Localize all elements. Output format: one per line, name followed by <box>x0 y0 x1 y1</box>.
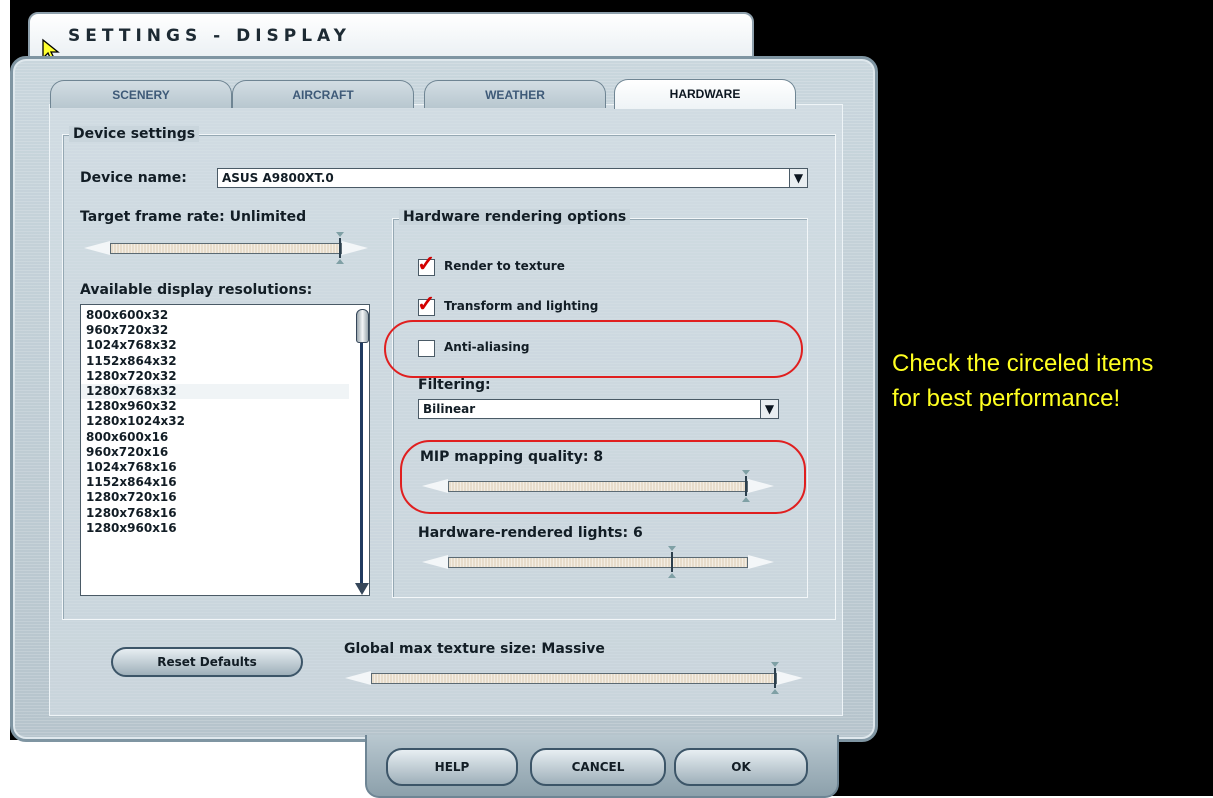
checkmark-icon: ✓ <box>417 251 436 276</box>
highlight-circle <box>384 320 803 378</box>
chevron-down-icon[interactable]: ▼ <box>760 400 778 418</box>
list-item[interactable]: 800x600x16 <box>81 430 349 445</box>
resolutions-label: Available display resolutions: <box>80 282 313 298</box>
window-title: SETTINGS - DISPLAY <box>68 26 351 46</box>
bottom-left-area <box>0 740 375 796</box>
scrollbar-track[interactable] <box>360 310 363 592</box>
list-item[interactable]: 960x720x32 <box>81 323 349 338</box>
list-item[interactable]: 1280x960x32 <box>81 399 349 414</box>
ok-button[interactable]: OK <box>674 748 808 786</box>
slider-thumb[interactable] <box>771 662 779 694</box>
filtering-value: Bilinear <box>423 402 476 416</box>
list-item[interactable]: 1280x960x16 <box>81 521 349 536</box>
tab-aircraft[interactable]: AIRCRAFT <box>232 80 414 108</box>
filtering-dropdown[interactable]: Bilinear ▼ <box>418 399 779 419</box>
slider-thumb[interactable] <box>667 546 676 578</box>
cancel-button[interactable]: CANCEL <box>530 748 666 786</box>
target-frame-rate-slider[interactable] <box>84 232 374 264</box>
list-item[interactable]: 800x600x32 <box>81 308 349 323</box>
list-item[interactable]: 1152x864x32 <box>81 354 349 369</box>
checkmark-icon: ✓ <box>417 291 436 316</box>
tab-weather[interactable]: WEATHER <box>424 80 606 108</box>
hardware-lights-label: Hardware-rendered lights: 6 <box>418 525 643 541</box>
resolutions-listbox[interactable]: 800x600x32 960x720x32 1024x768x32 1152x864x… <box>80 304 370 596</box>
left-edge <box>0 0 10 796</box>
filtering-label: Filtering: <box>418 377 491 393</box>
scrollbar-thumb[interactable] <box>356 309 369 343</box>
slider-left-arrow-icon[interactable] <box>84 241 110 255</box>
slider-left-arrow-icon[interactable] <box>422 555 448 569</box>
reset-defaults-button[interactable]: Reset Defaults <box>111 647 303 677</box>
help-button[interactable]: HELP <box>386 748 518 786</box>
device-name-dropdown[interactable]: ASUS A9800XT.0 ▼ <box>217 168 808 188</box>
list-item[interactable]: 1152x864x16 <box>81 475 349 490</box>
list-item[interactable]: 1280x768x16 <box>81 506 349 521</box>
hardware-lights-slider[interactable] <box>422 546 777 578</box>
device-settings-title: Device settings <box>69 126 200 142</box>
chevron-down-icon[interactable]: ▼ <box>789 169 807 187</box>
slider-right-arrow-icon[interactable] <box>342 241 368 255</box>
slider-track <box>110 243 342 254</box>
list-item[interactable]: 1024x768x16 <box>81 460 349 475</box>
slider-track <box>448 557 748 568</box>
transform-lighting-label: Transform and lighting <box>444 299 599 313</box>
device-name-label: Device name: <box>80 170 187 186</box>
device-name-value: ASUS A9800XT.0 <box>222 171 334 185</box>
render-to-texture-checkbox[interactable]: ✓ <box>417 252 435 276</box>
slider-right-arrow-icon[interactable] <box>777 671 803 685</box>
list-item[interactable]: 960x720x16 <box>81 445 349 460</box>
global-texture-label: Global max texture size: Massive <box>344 641 605 657</box>
hardware-rendering-title: Hardware rendering options <box>399 209 631 225</box>
target-frame-rate-label: Target frame rate: Unlimited <box>80 209 307 225</box>
scroll-down-arrow-icon[interactable] <box>355 583 369 595</box>
list-item[interactable]: 1280x768x32 <box>81 384 349 399</box>
list-item[interactable]: 1024x768x32 <box>81 338 349 353</box>
slider-track <box>371 673 777 684</box>
transform-lighting-checkbox[interactable]: ✓ <box>417 292 435 316</box>
tab-scenery[interactable]: SCENERY <box>50 80 232 108</box>
annotation-note: Check the circeled items for best perfor… <box>892 350 1154 412</box>
list-item[interactable]: 1280x720x16 <box>81 490 349 505</box>
global-texture-slider[interactable] <box>345 662 805 694</box>
list-item[interactable]: 1280x720x32 <box>81 369 349 384</box>
slider-thumb[interactable] <box>336 232 344 264</box>
list-item[interactable]: 1280x1024x32 <box>81 414 349 429</box>
slider-left-arrow-icon[interactable] <box>345 671 371 685</box>
render-to-texture-label: Render to texture <box>444 259 565 273</box>
tab-hardware[interactable]: HARDWARE <box>614 79 796 109</box>
highlight-circle <box>400 440 806 514</box>
slider-right-arrow-icon[interactable] <box>748 555 774 569</box>
